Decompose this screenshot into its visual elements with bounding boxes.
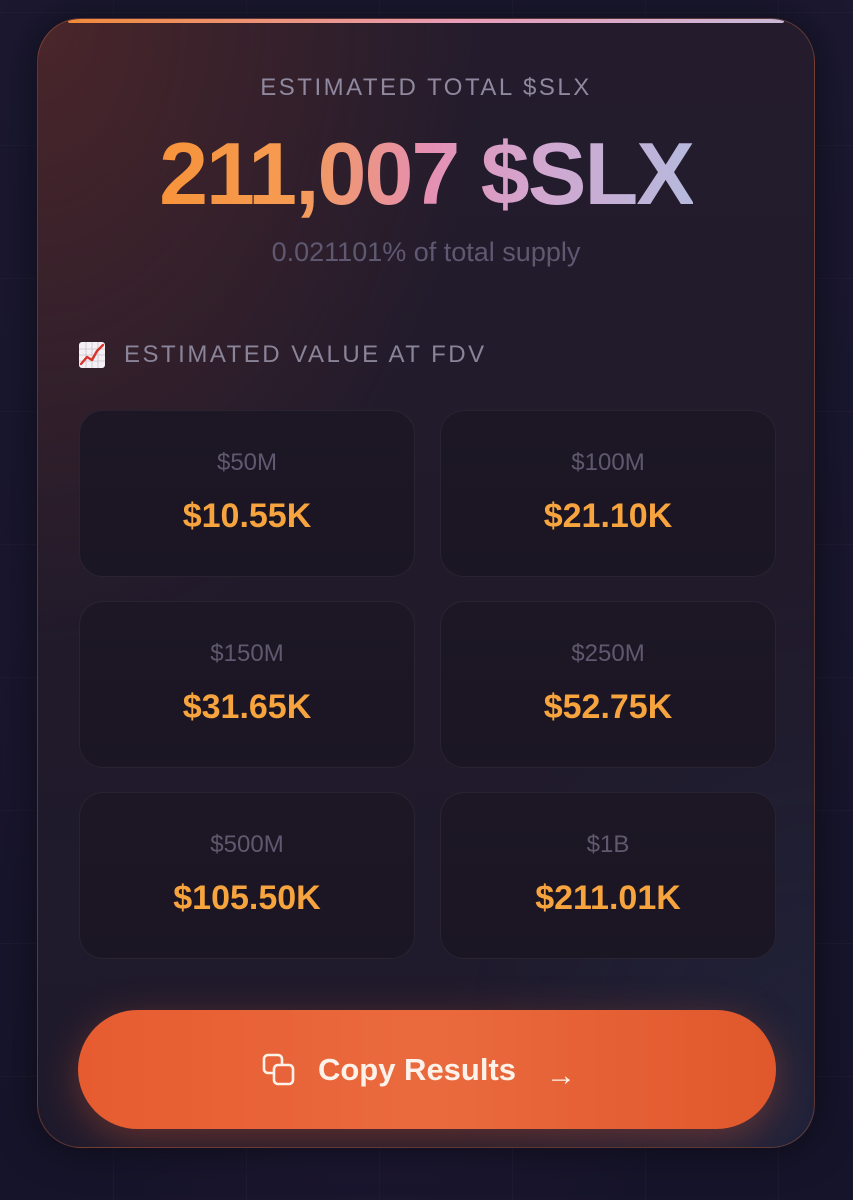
fdv-tile-label: $500M — [210, 831, 284, 858]
fdv-section-title: ESTIMATED VALUE AT FDV — [124, 341, 487, 368]
chart-increasing-icon — [78, 341, 106, 369]
fdv-tile-value: $21.10K — [543, 497, 673, 535]
total-amount: 211,007 $SLX — [38, 124, 814, 224]
copy-results-label: Copy Results — [317, 1051, 517, 1087]
copy-icon — [262, 1053, 296, 1087]
fdv-tile-1b: $1B $211.01K — [440, 792, 776, 959]
fdv-tile-value: $31.65K — [182, 688, 312, 726]
fdv-tile-label: $1B — [586, 831, 630, 858]
total-amount-text: 211,007 $SLX — [159, 124, 695, 223]
fdv-tile-value: $211.01K — [535, 879, 681, 917]
fdv-tile-value: $10.55K — [182, 497, 312, 535]
total-label: ESTIMATED TOTAL $SLX — [260, 74, 592, 101]
fdv-tile-value: $105.50K — [173, 879, 321, 917]
fdv-tile-label: $50M — [216, 449, 278, 476]
fdv-tile-500m: $500M $105.50K — [79, 792, 415, 959]
fdv-tile-label: $150M — [210, 640, 284, 667]
fdv-tile-150m: $150M $31.65K — [79, 601, 415, 768]
fdv-tile-label: $250M — [571, 640, 645, 667]
fdv-tile-100m: $100M $21.10K — [440, 410, 776, 577]
fdv-section-header: ESTIMATED VALUE AT FDV — [78, 341, 487, 369]
fdv-tile-label: $100M — [571, 449, 645, 476]
fdv-tile-50m: $50M $10.55K — [79, 410, 415, 577]
copy-results-button[interactable]: Copy Results → — [78, 1010, 776, 1129]
fdv-tile-value: $52.75K — [543, 688, 673, 726]
fdv-tile-250m: $250M $52.75K — [440, 601, 776, 768]
results-card: ESTIMATED TOTAL $SLX 211,007 $SLX 0.0211… — [37, 18, 815, 1148]
card-accent-line — [68, 19, 784, 23]
arrow-right-icon: → — [546, 1058, 577, 1092]
supply-share: 0.021101% of total supply — [271, 237, 581, 267]
page: ESTIMATED TOTAL $SLX 211,007 $SLX 0.0211… — [0, 0, 853, 1200]
